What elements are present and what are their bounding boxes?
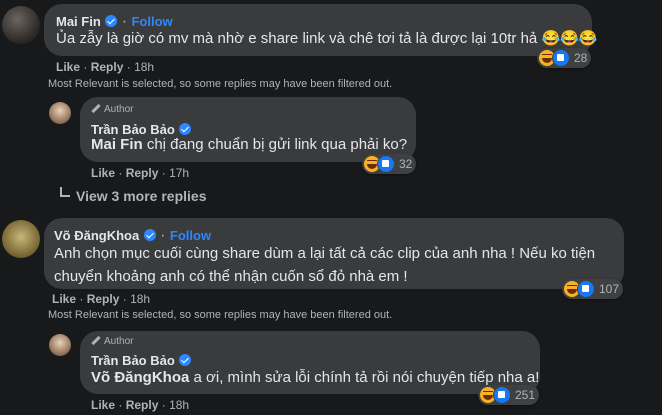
- reaction-summary[interactable]: 28: [537, 48, 592, 68]
- comment-actions: Like · Reply · 18h: [56, 60, 154, 74]
- follow-button[interactable]: Follow: [170, 228, 211, 243]
- comment-text: Anh chọn mục cuối cùng share dùm a lại t…: [54, 244, 595, 287]
- reaction-count: 28: [574, 51, 588, 65]
- separator: ·: [161, 166, 166, 180]
- timestamp[interactable]: 18h: [169, 398, 189, 412]
- separator: ·: [126, 60, 131, 74]
- filter-notice: Most Relevant is selected, so some repli…: [48, 78, 393, 90]
- like-reaction-icon: [377, 155, 395, 173]
- verified-badge-icon: [143, 229, 156, 241]
- like-link[interactable]: Like: [91, 166, 115, 180]
- like-reaction-icon: [552, 49, 570, 67]
- commenter-name[interactable]: Võ ĐăngKhoa: [54, 228, 139, 243]
- pen-icon: [91, 103, 101, 114]
- author-badge: Author: [91, 335, 134, 347]
- comment-body: a ơi, mình sửa lỗi chính tả rồi nói chuy…: [189, 369, 540, 386]
- like-link[interactable]: Like: [91, 398, 115, 412]
- author-badge-label: Author: [104, 104, 134, 115]
- avatar[interactable]: [49, 102, 71, 124]
- verified-badge-icon: [179, 354, 192, 366]
- view-more-label: View 3 more replies: [76, 188, 207, 204]
- reply-link[interactable]: Reply: [126, 166, 159, 180]
- comment-body: Ủa zẫy là giờ có mv mà nhờ e share link …: [56, 30, 538, 47]
- comment-body: chị đang chuẩn bị gửi link qua phải ko?: [142, 136, 408, 153]
- timestamp[interactable]: 18h: [130, 292, 150, 306]
- timestamp[interactable]: 17h: [169, 166, 189, 180]
- comment-header: Võ ĐăngKhoa · Follow: [54, 227, 211, 245]
- pen-icon: [91, 335, 101, 346]
- verified-badge-icon: [105, 15, 118, 27]
- comment-text: Mai Fin chị đang chuẩn bị gửi link qua p…: [91, 135, 407, 155]
- reply-link[interactable]: Reply: [87, 292, 120, 306]
- avatar[interactable]: [2, 6, 40, 44]
- reply-link[interactable]: Reply: [126, 398, 159, 412]
- author-badge: Author: [91, 103, 134, 115]
- avatar[interactable]: [49, 334, 71, 356]
- view-more-replies[interactable]: View 3 more replies: [60, 187, 206, 204]
- commenter-name[interactable]: Mai Fin: [56, 14, 101, 29]
- verified-badge-icon: [179, 123, 192, 135]
- reply-arrow-icon: [60, 187, 70, 197]
- comment-body-line: Anh chọn mục cuối cùng share dùm a lại t…: [54, 245, 596, 262]
- separator: ·: [79, 292, 84, 306]
- filter-notice: Most Relevant is selected, so some repli…: [48, 309, 393, 321]
- comment-actions: Like · Reply · 18h: [52, 292, 150, 306]
- reaction-summary[interactable]: 32: [362, 154, 417, 174]
- separator: ·: [118, 398, 123, 412]
- comment-body-line: chuyển khoảng anh có thể nhận cuốn sổ đỏ…: [54, 268, 408, 285]
- reaction-summary[interactable]: 251: [478, 385, 540, 405]
- like-link[interactable]: Like: [52, 292, 76, 306]
- like-reaction-icon: [493, 386, 511, 404]
- reaction-count: 251: [515, 388, 536, 402]
- avatar[interactable]: [2, 220, 40, 258]
- comment-emoji: 😂😂😂: [541, 30, 598, 47]
- reaction-count: 32: [399, 157, 413, 171]
- author-badge-label: Author: [104, 336, 134, 347]
- separator: ·: [161, 398, 166, 412]
- comment-text: Ủa zẫy là giờ có mv mà nhờ e share link …: [56, 29, 597, 49]
- commenter-name[interactable]: Trần Bảo Bảo: [91, 353, 175, 368]
- timestamp[interactable]: 18h: [134, 60, 154, 74]
- separator: ·: [122, 292, 127, 306]
- comment-actions: Like · Reply · 18h: [91, 398, 189, 412]
- comment-text: Võ ĐăngKhoa a ơi, mình sửa lỗi chính tả …: [91, 368, 539, 388]
- separator: ·: [118, 166, 123, 180]
- follow-button[interactable]: Follow: [131, 14, 172, 29]
- like-reaction-icon: [577, 280, 595, 298]
- mention-link[interactable]: Võ ĐăngKhoa: [91, 369, 189, 386]
- reaction-count: 107: [599, 282, 620, 296]
- separator: ·: [121, 13, 128, 30]
- separator: ·: [160, 227, 166, 244]
- mention-link[interactable]: Mai Fin: [91, 136, 143, 153]
- like-link[interactable]: Like: [56, 60, 80, 74]
- reply-link[interactable]: Reply: [91, 60, 124, 74]
- separator: ·: [83, 60, 88, 74]
- reaction-summary[interactable]: 107: [562, 279, 624, 299]
- comment-actions: Like · Reply · 17h: [91, 166, 189, 180]
